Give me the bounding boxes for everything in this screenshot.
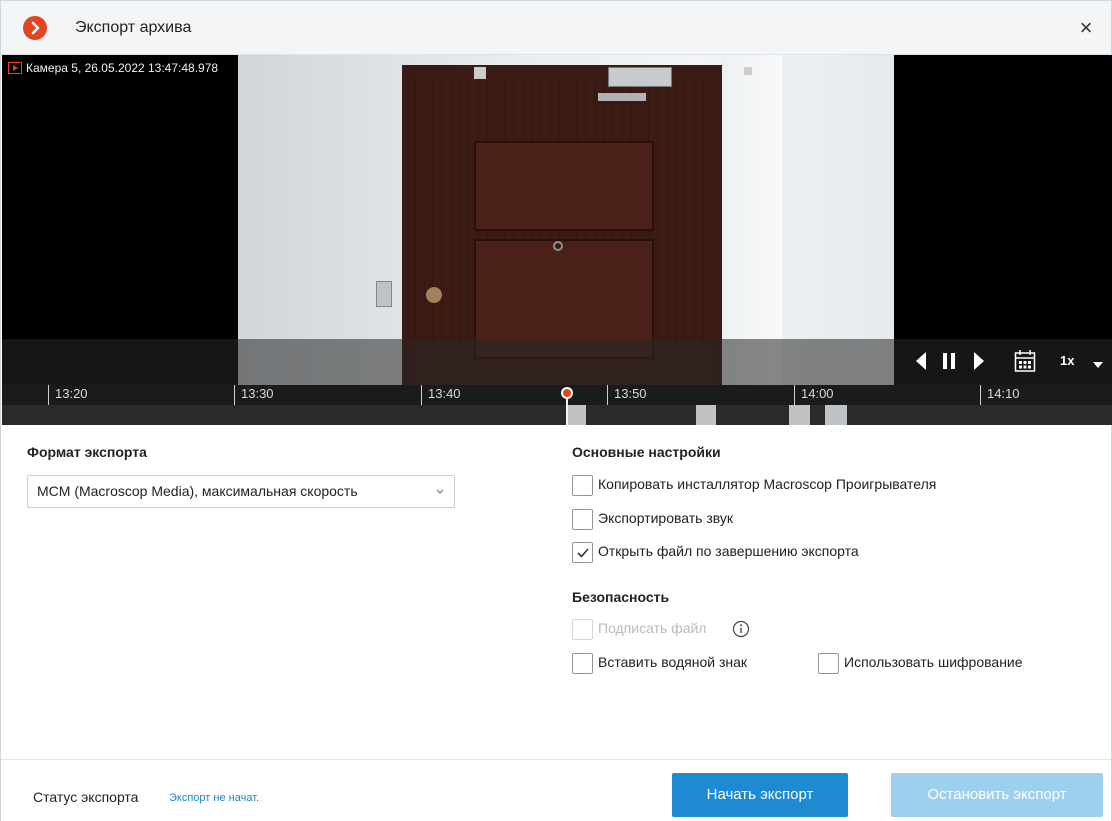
recording-segment — [696, 405, 716, 425]
recording-segment — [825, 405, 847, 425]
export-status-label: Статус экспорта — [33, 789, 139, 805]
timeline-tick: 13:30 — [234, 385, 274, 405]
security-title: Безопасность — [572, 589, 670, 605]
timeline-track[interactable] — [2, 405, 1112, 425]
export-audio-checkbox[interactable] — [572, 509, 593, 530]
export-archive-dialog: Экспорт архива × Камера 5, 26.05.2022 13… — [0, 0, 1112, 821]
watermark-checkbox[interactable] — [572, 653, 593, 674]
encryption-checkbox[interactable] — [818, 653, 839, 674]
recording-segment — [789, 405, 810, 425]
timeline[interactable]: 13:20 13:30 13:40 13:50 14:00 14:10 — [2, 385, 1112, 425]
encryption-option[interactable]: Использовать шифрование — [818, 653, 1058, 675]
camera-overlay-label: Камера 5, 26.05.2022 13:47:48.978 — [6, 59, 223, 77]
info-icon[interactable] — [732, 620, 750, 638]
camera-frame — [238, 55, 894, 385]
recording-segment — [568, 405, 586, 425]
export-audio-label: Экспортировать звук — [598, 510, 734, 526]
export-format-select[interactable]: MCM (Macroscop Media), максимальная скор… — [27, 475, 455, 508]
timeline-tick: 14:10 — [980, 385, 1020, 405]
chevron-down-icon[interactable] — [1092, 357, 1104, 368]
export-status-value: Экспорт не начат. — [169, 792, 260, 804]
playback-indicator-icon — [8, 62, 22, 74]
stop-export-button: Остановить экспорт — [891, 773, 1103, 817]
copy-installer-checkbox[interactable] — [572, 475, 593, 496]
watermark-label: Вставить водяной знак — [598, 654, 748, 670]
timeline-scale: 13:20 13:30 13:40 13:50 14:00 14:10 — [2, 385, 1112, 405]
playhead-handle[interactable] — [561, 387, 573, 399]
copy-installer-option[interactable]: Копировать инсталлятор Macroscop Проигры… — [572, 475, 992, 497]
copy-installer-label: Копировать инсталлятор Macroscop Проигры… — [598, 476, 937, 492]
step-back-icon[interactable] — [914, 351, 928, 371]
playback-speed[interactable]: 1x — [1060, 353, 1074, 368]
checkmark-icon — [577, 548, 589, 558]
encryption-label: Использовать шифрование — [844, 654, 1023, 670]
sign-file-checkbox — [572, 619, 593, 640]
camera-label-text: Камера 5, 26.05.2022 13:47:48.978 — [26, 61, 219, 75]
step-forward-icon[interactable] — [972, 351, 986, 371]
dialog-title: Экспорт архива — [75, 19, 192, 36]
sign-file-option: Подписать файл — [572, 619, 752, 641]
open-file-option[interactable]: Открыть файл по завершению экспорта — [572, 542, 912, 564]
pause-icon[interactable] — [940, 351, 958, 371]
open-file-label: Открыть файл по завершению экспорта — [598, 543, 859, 559]
sign-file-label: Подписать файл — [598, 620, 707, 636]
export-audio-option[interactable]: Экспортировать звук — [572, 509, 792, 531]
open-file-checkbox[interactable] — [572, 542, 593, 563]
start-export-button[interactable]: Начать экспорт — [672, 773, 848, 817]
timeline-tick: 13:50 — [607, 385, 647, 405]
timeline-tick: 13:20 — [48, 385, 88, 405]
calendar-icon[interactable] — [1014, 349, 1036, 373]
close-button[interactable]: × — [1073, 15, 1099, 41]
chevron-down-icon — [436, 489, 444, 494]
main-settings-title: Основные настройки — [572, 444, 721, 460]
timeline-tick: 14:00 — [794, 385, 834, 405]
export-format-value: MCM (Macroscop Media), максимальная скор… — [37, 483, 358, 499]
export-format-title: Формат экспорта — [27, 444, 147, 460]
dialog-footer: Статус экспорта Экспорт не начат. Начать… — [1, 759, 1111, 821]
title-bar: Экспорт архива × — [1, 1, 1111, 55]
video-player[interactable]: Камера 5, 26.05.2022 13:47:48.978 1x — [2, 55, 1112, 385]
watermark-option[interactable]: Вставить водяной знак — [572, 653, 792, 675]
macroscop-logo-icon — [23, 16, 47, 40]
timeline-tick: 13:40 — [421, 385, 461, 405]
player-controls: 1x — [2, 339, 1112, 385]
